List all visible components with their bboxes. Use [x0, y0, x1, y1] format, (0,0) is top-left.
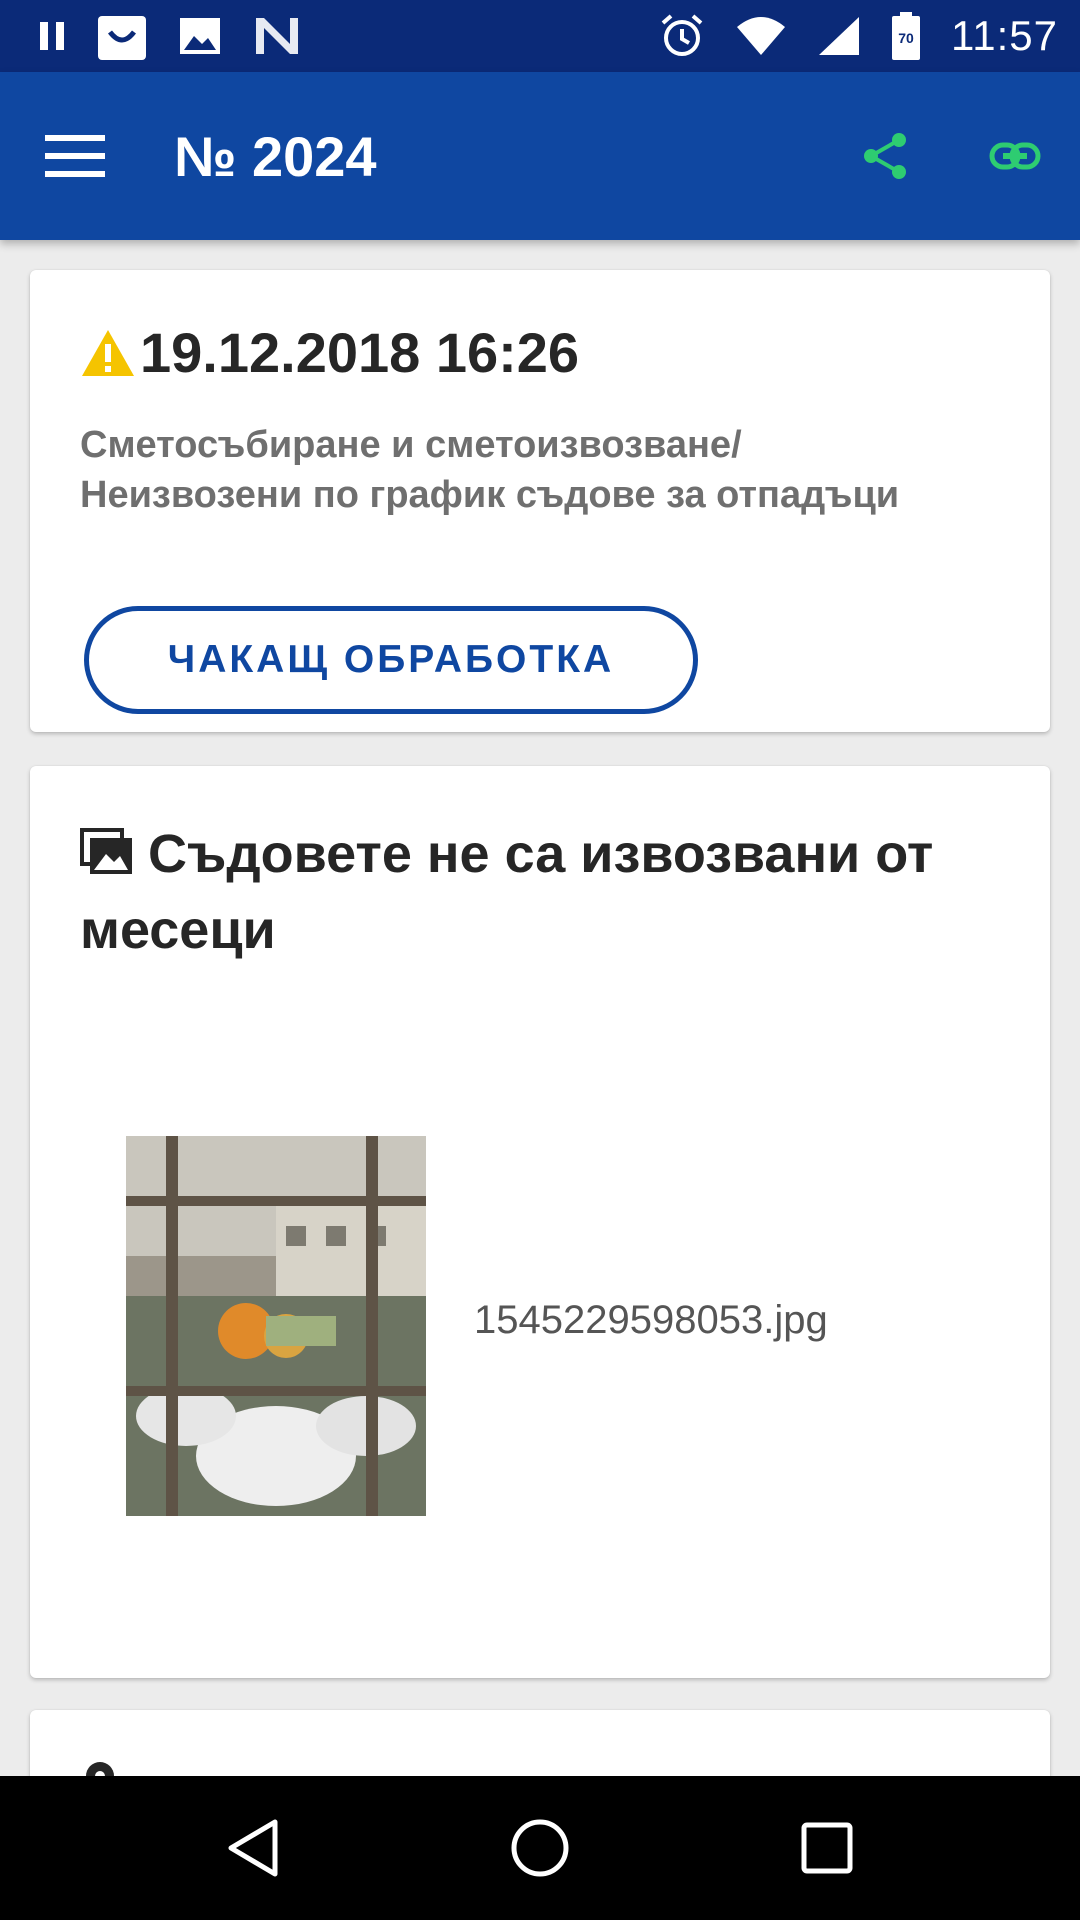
- shopping-bag-icon: [96, 10, 148, 62]
- images-icon: [80, 822, 134, 894]
- location-pin-icon: [86, 1762, 114, 1776]
- photo-thumbnail-image: [126, 1136, 426, 1516]
- battery-icon: 70: [891, 11, 921, 61]
- n-app-icon: [252, 14, 302, 58]
- image-icon: [178, 14, 222, 58]
- back-button[interactable]: [193, 1788, 313, 1908]
- share-button[interactable]: [820, 72, 950, 240]
- copy-link-button[interactable]: [950, 72, 1080, 240]
- datetime-row: 19.12.2018 16:26: [80, 320, 579, 385]
- status-bar: 70 11:57: [0, 0, 1080, 72]
- share-icon: [864, 133, 906, 179]
- navigation-bar: [0, 1776, 1080, 1920]
- svg-text:70: 70: [898, 30, 914, 46]
- recents-button[interactable]: [767, 1788, 887, 1908]
- attachment-title-row: Съдовете не са извозвани от месеци: [80, 818, 1020, 966]
- status-badge[interactable]: ЧАКАЩ ОБРАБОТКА: [84, 606, 698, 714]
- content-scroll[interactable]: 19.12.2018 16:26 Сметосъбиране и сметоиз…: [0, 240, 1080, 1776]
- report-category: Сметосъбиране и сметоизвозване/ Неизвозе…: [80, 420, 1000, 520]
- attachment-thumbnail[interactable]: [126, 1136, 426, 1516]
- menu-button[interactable]: [0, 72, 150, 240]
- wifi-icon: [735, 15, 787, 57]
- back-triangle-icon: [228, 1819, 278, 1877]
- report-info-card: 19.12.2018 16:26 Сметосъбиране и сметоиз…: [30, 270, 1050, 732]
- status-time: 11:57: [951, 12, 1058, 59]
- signal-icon: [817, 15, 861, 57]
- category-line-1: Сметосъбиране и сметоизвозване/: [80, 424, 742, 466]
- warning-icon: [82, 329, 134, 376]
- alarm-icon: [659, 13, 705, 59]
- category-line-2: Неизвозени по график съдове за отпадъци: [80, 474, 900, 516]
- attachment-title: Съдовете не са извозвани от месеци: [80, 824, 934, 960]
- link-icon: [989, 142, 1041, 170]
- recents-square-icon: [801, 1822, 853, 1874]
- home-circle-icon: [511, 1819, 569, 1877]
- location-card: [30, 1710, 1050, 1776]
- attachment-filename[interactable]: 1545229598053.jpg: [474, 1298, 828, 1343]
- page-title: № 2024: [174, 124, 377, 188]
- pause-icon: [38, 18, 66, 54]
- hamburger-menu-icon: [45, 135, 105, 177]
- app-bar: № 2024: [0, 72, 1080, 240]
- report-datetime: 19.12.2018 16:26: [140, 321, 580, 384]
- home-button[interactable]: [480, 1788, 600, 1908]
- attachment-card: Съдовете не са извозвани от месеци 15452…: [30, 766, 1050, 1678]
